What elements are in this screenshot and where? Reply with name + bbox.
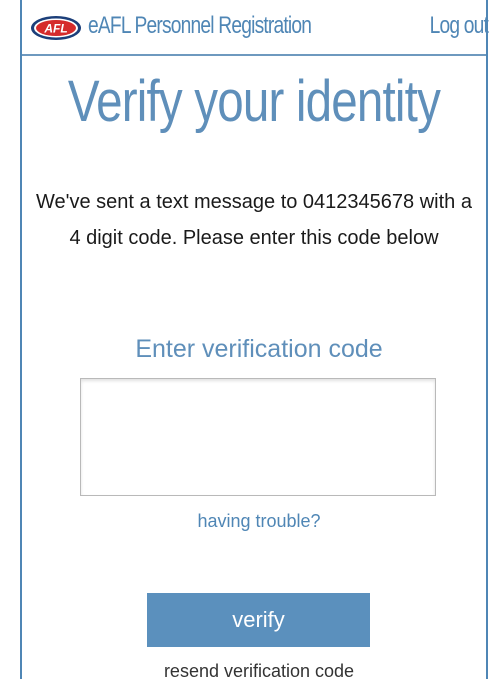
page: AFL eAFL Personnel Registration Log out … [0, 0, 489, 679]
having-trouble-link[interactable]: having trouble? [22, 511, 489, 532]
logo-text: AFL [43, 22, 67, 36]
resend-code-link[interactable]: resend verification code [22, 661, 489, 679]
page-title-text: Verify your identity [67, 69, 441, 134]
app-title: eAFL Personnel Registration [88, 12, 312, 39]
header-bar: AFL eAFL Personnel Registration Log out [22, 0, 489, 56]
page-title: Verify your identity [22, 68, 486, 135]
instruction-message: We've sent a text message to 0412345678 … [36, 191, 472, 249]
verification-code-input[interactable] [80, 378, 436, 496]
verify-button[interactable]: verify [147, 593, 370, 647]
afl-logo-icon: AFL [31, 16, 81, 40]
code-label: Enter verification code [135, 335, 383, 363]
logout-link[interactable]: Log out [430, 12, 489, 40]
